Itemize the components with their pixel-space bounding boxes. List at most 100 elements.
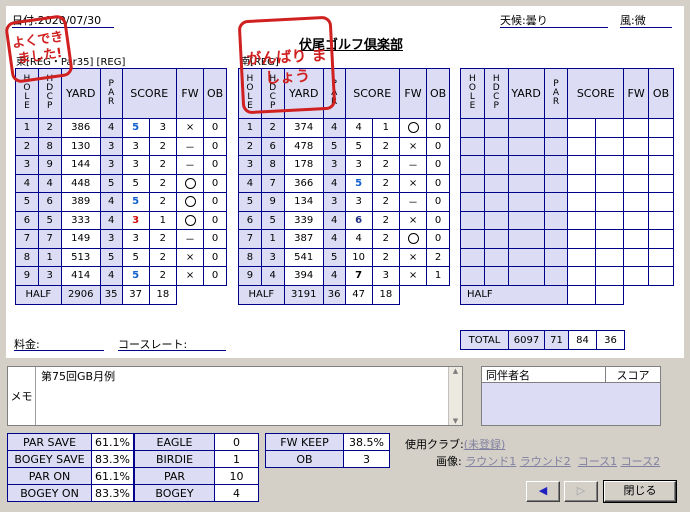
clubs-link[interactable]: (未登録) xyxy=(464,438,506,451)
hole-fw: × xyxy=(175,118,205,138)
empty-hole-row xyxy=(460,247,674,267)
empty-hole-row xyxy=(460,210,674,230)
hole-score: 3 xyxy=(121,210,150,230)
hole-par: 5 xyxy=(322,136,346,156)
scroll-up-icon[interactable]: ▲ xyxy=(449,367,462,375)
hole-putt: 3 xyxy=(371,266,400,286)
hole-ob: 0 xyxy=(426,229,450,249)
hole-putt: 2 xyxy=(371,192,400,212)
hole-putt: 2 xyxy=(371,210,400,230)
hole-row: 4 7 366 4 5 2 × 0 xyxy=(238,173,450,193)
hole-fw: × xyxy=(398,266,428,286)
stat-label: BOGEY ON xyxy=(7,484,92,502)
stat-value: 83.3% xyxy=(91,450,134,468)
hole-row: 6 5 339 4 6 2 × 0 xyxy=(238,210,450,230)
companion-score-header[interactable]: スコア xyxy=(606,367,660,382)
hole-par: 4 xyxy=(99,192,123,212)
scroll-down-icon[interactable]: ▼ xyxy=(449,417,462,425)
hole-ob: 0 xyxy=(203,118,227,138)
col-fw: FW xyxy=(175,68,205,119)
hole-hdcp: 4 xyxy=(260,266,285,286)
image-course1-link[interactable]: コース1 xyxy=(578,455,617,468)
hole-yard: 386 xyxy=(60,118,101,138)
hole-par: 4 xyxy=(322,266,346,286)
prev-button[interactable]: ◀ xyxy=(526,481,560,502)
hole-fw: × xyxy=(398,247,428,267)
hole-fw xyxy=(175,192,205,212)
hole-putt: 3 xyxy=(148,118,177,138)
total-par: 71 xyxy=(544,330,569,350)
hole-yard: 513 xyxy=(60,247,101,267)
hole-yard: 448 xyxy=(60,173,101,193)
stat-label: FW KEEP xyxy=(265,433,344,451)
memo-textarea[interactable]: 第75回GB月例 xyxy=(38,367,448,425)
hole-score: 10 xyxy=(344,247,373,267)
stat-label: BOGEY SAVE xyxy=(7,450,92,468)
image-course2-link[interactable]: コース2 xyxy=(621,455,660,468)
col-fw: FW xyxy=(398,68,428,119)
fw-hit-icon xyxy=(184,196,196,207)
wind-value: 微 xyxy=(634,14,646,27)
hole-score: 3 xyxy=(121,155,150,175)
hole-row: 5 9 134 3 3 2 － 0 xyxy=(238,192,450,212)
image-round2-link[interactable]: ラウンド2 xyxy=(520,455,571,468)
hole-yard: 144 xyxy=(60,155,101,175)
third-half-label: HALF xyxy=(459,284,569,305)
hole-ob: 0 xyxy=(203,210,227,230)
clubs-label: 使用クラブ: xyxy=(405,438,464,451)
memo-scrollbar[interactable]: ▲ ▼ xyxy=(448,367,462,425)
hole-fw xyxy=(175,173,205,193)
hole-ob: 0 xyxy=(426,192,450,212)
hole-row: 2 6 478 5 5 2 × 0 xyxy=(238,136,450,156)
in-half-score: 47 xyxy=(344,284,373,305)
col-score: SCORE xyxy=(344,68,400,119)
hole-ob: 1 xyxy=(426,266,450,286)
hole-row: 9 4 394 4 7 3 × 1 xyxy=(238,266,450,286)
hole-score: 5 xyxy=(121,247,150,267)
hole-yard: 394 xyxy=(283,266,324,286)
companions-list[interactable]: 同伴者名 スコア xyxy=(481,366,661,426)
hole-row: 3 9 144 3 3 2 － 0 xyxy=(15,155,227,175)
hole-fw: × xyxy=(398,210,428,230)
image-round1-link[interactable]: ラウンド1 xyxy=(465,455,516,468)
total-score: 84 xyxy=(568,330,597,350)
stats-right-table: FW KEEP 38.5% OB 3 xyxy=(265,433,390,468)
hole-hdcp: 5 xyxy=(260,210,285,230)
empty-hole-row xyxy=(460,173,674,193)
col-yard: YARD xyxy=(60,68,101,119)
hole-hdcp: 7 xyxy=(37,229,62,249)
hole-number: 3 xyxy=(15,155,39,175)
in-half-yard: 3191 xyxy=(283,284,324,305)
col-hdcp: HDCP xyxy=(483,68,509,119)
hole-par: 3 xyxy=(322,155,346,175)
hole-fw: － xyxy=(398,192,428,212)
weather-label: 天候: xyxy=(500,14,526,27)
hole-yard: 333 xyxy=(60,210,101,230)
empty-hole-row xyxy=(460,229,674,249)
total-row: TOTAL 6097 71 84 36 xyxy=(460,330,625,350)
hole-yard: 130 xyxy=(60,136,101,156)
hole-score: 5 xyxy=(121,192,150,212)
in-half-putt: 18 xyxy=(371,284,400,305)
hole-fw: － xyxy=(175,229,205,249)
fw-hit-icon xyxy=(407,233,419,244)
hole-putt: 2 xyxy=(371,136,400,156)
hole-hdcp: 1 xyxy=(260,229,285,249)
hole-ob: 0 xyxy=(203,192,227,212)
companion-name-header[interactable]: 同伴者名 xyxy=(482,367,606,382)
hole-number: 6 xyxy=(238,210,262,230)
hole-number: 2 xyxy=(15,136,39,156)
empty-hole-row xyxy=(460,192,674,212)
hole-yard: 339 xyxy=(283,210,324,230)
arrow-right-icon: ▷ xyxy=(576,484,586,497)
hole-score: 5 xyxy=(121,118,150,138)
next-button[interactable]: ▷ xyxy=(564,481,598,502)
hole-hdcp: 9 xyxy=(260,192,285,212)
images-label: 画像: xyxy=(436,455,462,468)
in-half-par: 36 xyxy=(322,284,346,305)
close-button[interactable]: 閉じる xyxy=(603,480,677,503)
hole-number: 8 xyxy=(15,247,39,267)
hole-score: 5 xyxy=(121,173,150,193)
hole-par: 3 xyxy=(99,229,123,249)
out-half-yard: 2906 xyxy=(60,284,101,305)
